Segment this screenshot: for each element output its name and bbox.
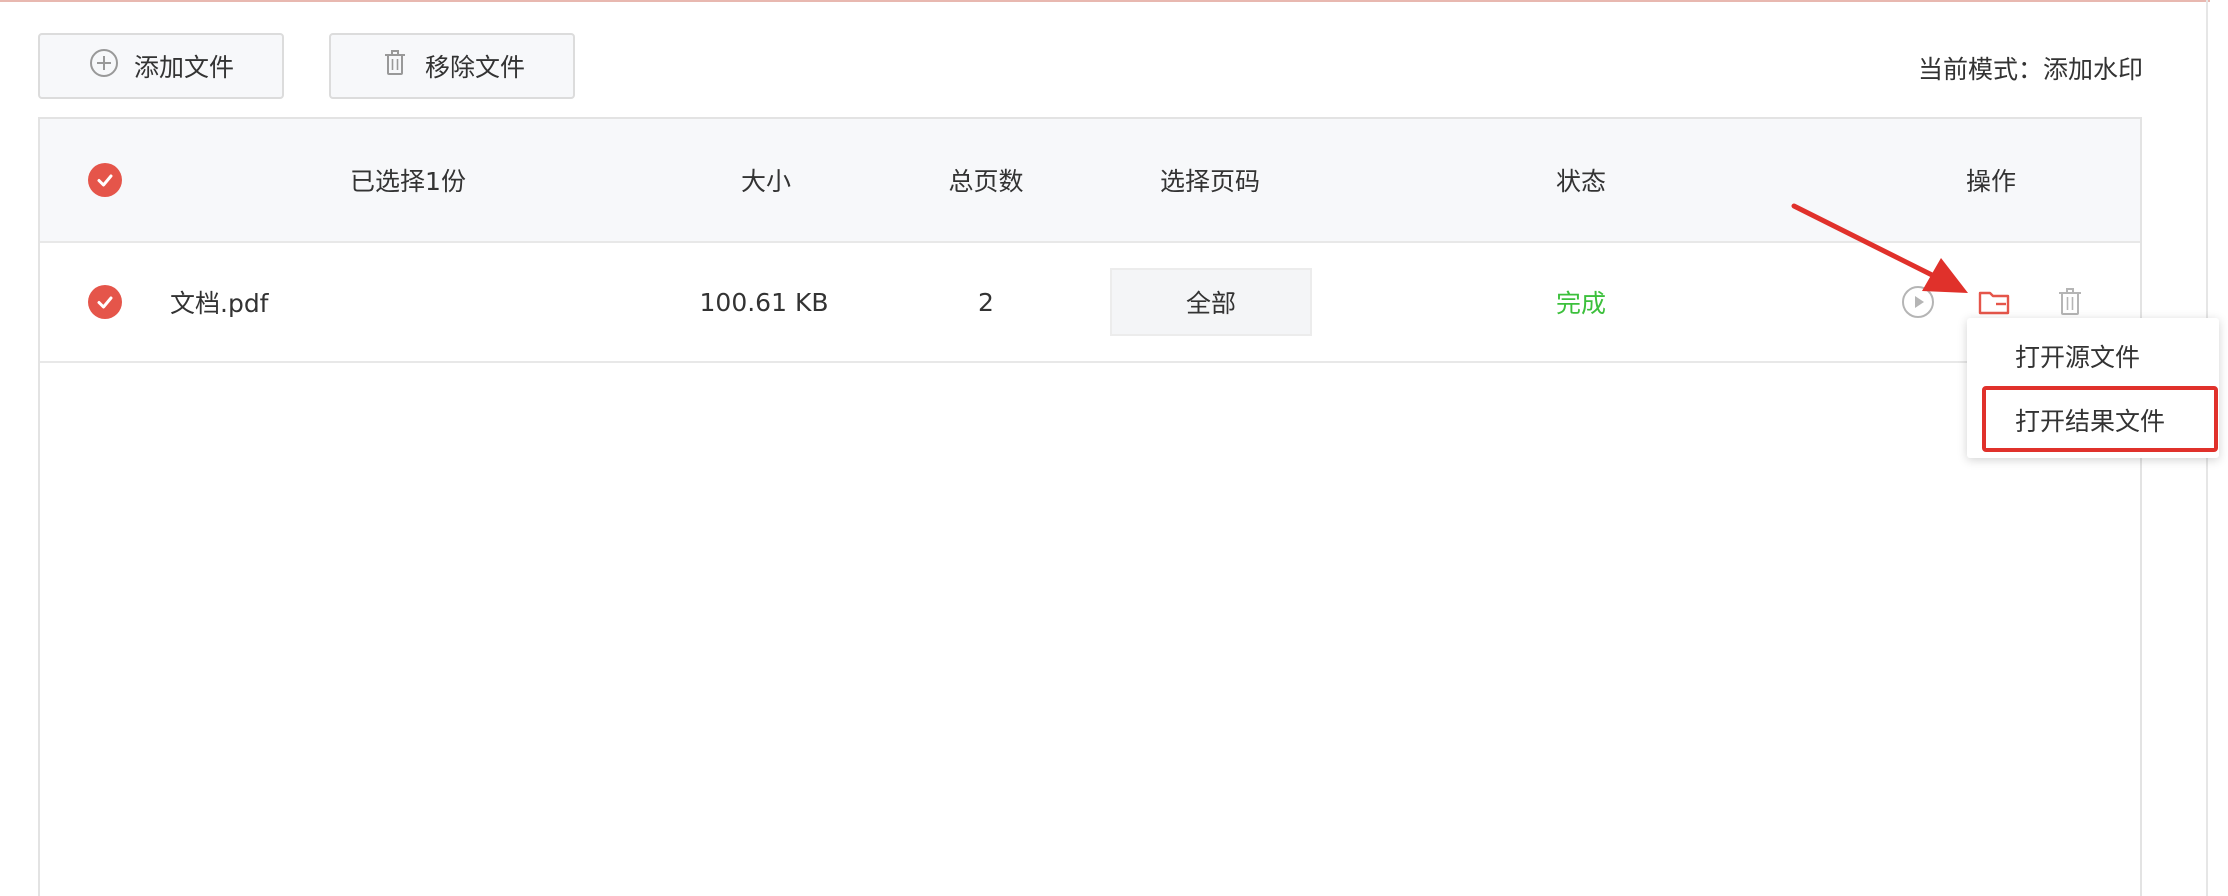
menu-item-open-result[interactable]: 打开结果文件 <box>1967 390 2219 450</box>
file-size: 100.61 KB <box>699 287 829 317</box>
select-all-checkbox[interactable] <box>88 119 122 241</box>
remove-file-label: 移除文件 <box>424 53 525 82</box>
file-name: 文档.pdf <box>170 289 269 318</box>
menu-item-open-source[interactable]: 打开源文件 <box>1967 326 2219 386</box>
folder-dropdown-menu: 打开源文件 打开结果文件 <box>1967 318 2219 458</box>
current-mode-label: 当前模式：添加水印 <box>1917 55 2143 84</box>
add-file-button[interactable]: 添加文件 <box>38 33 284 99</box>
add-file-label: 添加文件 <box>133 53 234 82</box>
check-circle-icon <box>88 285 122 319</box>
play-circle-icon[interactable] <box>1900 284 1936 320</box>
trash-icon <box>379 47 411 85</box>
plus-circle-icon <box>88 47 120 85</box>
page-count: 2 <box>978 287 994 317</box>
header-selected-count: 已选择1份 <box>350 167 466 196</box>
top-border-line <box>0 0 2210 2</box>
header-page-select: 选择页码 <box>1159 167 1261 196</box>
header-size: 大小 <box>740 167 792 196</box>
remove-file-button[interactable]: 移除文件 <box>329 33 575 99</box>
row-checkbox[interactable] <box>88 243 122 361</box>
trash-icon[interactable] <box>2052 284 2088 320</box>
check-circle-icon <box>88 163 122 197</box>
file-table: 已选择1份 大小 总页数 选择页码 状态 操作 文档.pdf 100.61 KB… <box>38 117 2142 896</box>
header-actions: 操作 <box>1965 167 2017 196</box>
header-status: 状态 <box>1555 167 1607 196</box>
folder-icon[interactable] <box>1976 284 2012 320</box>
page-select-cell: 全部 <box>1110 243 1312 361</box>
table-header: 已选择1份 大小 总页数 选择页码 状态 操作 <box>40 119 2140 243</box>
status-badge: 完成 <box>1555 289 1607 318</box>
page-select-button[interactable]: 全部 <box>1110 268 1312 336</box>
table-row: 文档.pdf 100.61 KB 2 全部 完成 <box>40 243 2140 363</box>
header-pages: 总页数 <box>948 167 1024 196</box>
